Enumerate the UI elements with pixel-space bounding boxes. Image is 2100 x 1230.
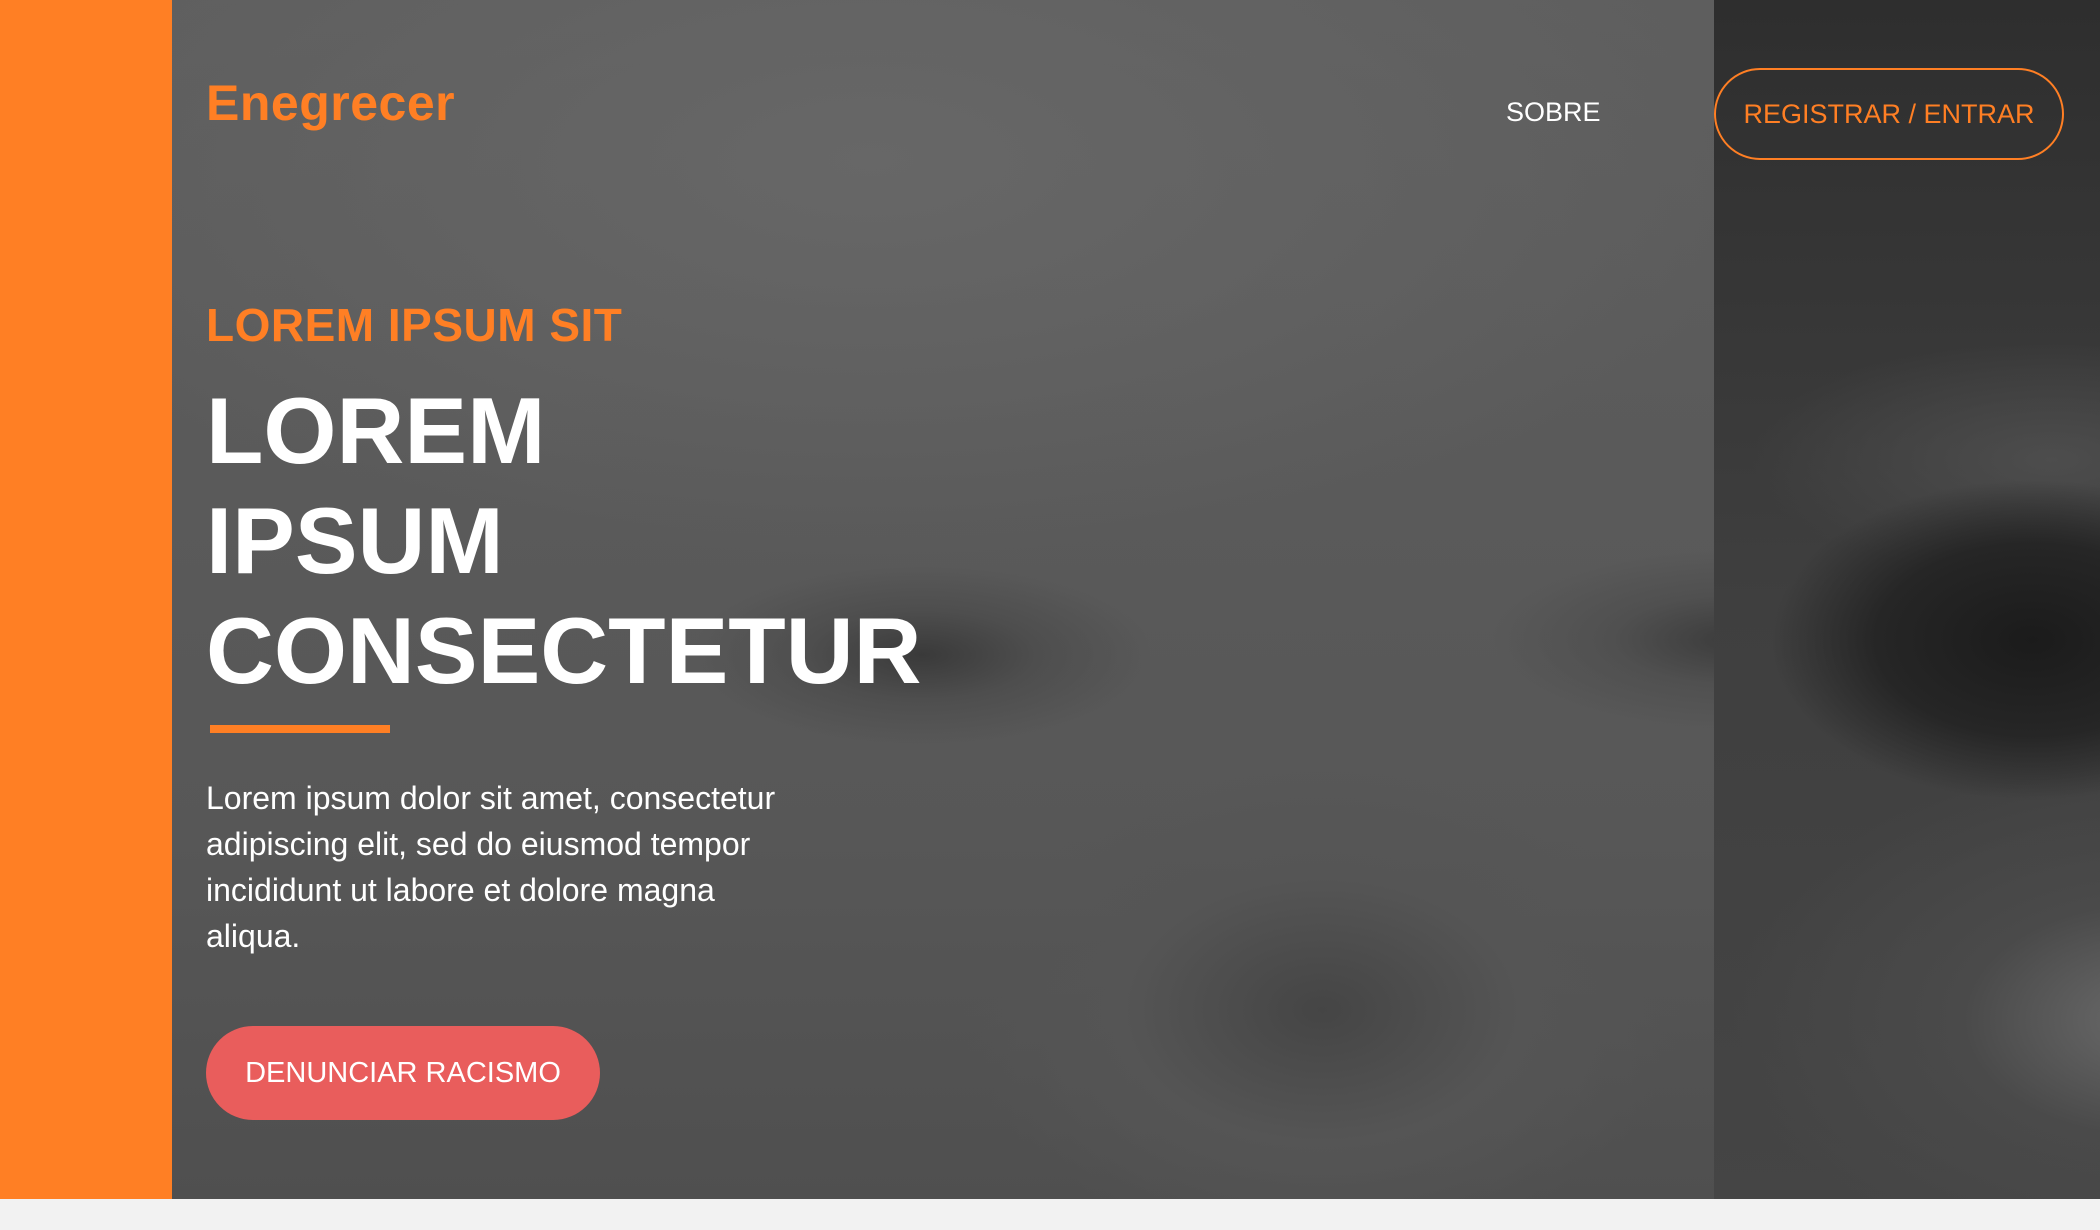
hero-eyebrow: LOREM IPSUM SIT [206,299,623,351]
headline-divider [210,725,390,733]
headline-line: IPSUM [206,488,504,593]
page-bottom-strip [0,1199,2100,1230]
headline-line: LOREM [206,378,546,483]
hero-description: Lorem ipsum dolor sit amet, consectetur … [206,780,776,954]
report-racism-button[interactable]: DENUNCIAR RACISMO [206,1026,600,1120]
hero-section: Enegrecer SOBRE REGISTRAR / ENTRAR LOREM… [0,0,2100,1199]
headline-line: CONSECTETUR [206,598,922,703]
register-login-button[interactable]: REGISTRAR / ENTRAR [1714,68,2064,160]
nav-link-about[interactable]: SOBRE [1506,97,1601,128]
brand-logo[interactable]: Enegrecer [206,74,455,132]
hero-headline: LOREM IPSUM CONSECTETUR [206,376,921,706]
accent-sidebar [0,0,172,1199]
